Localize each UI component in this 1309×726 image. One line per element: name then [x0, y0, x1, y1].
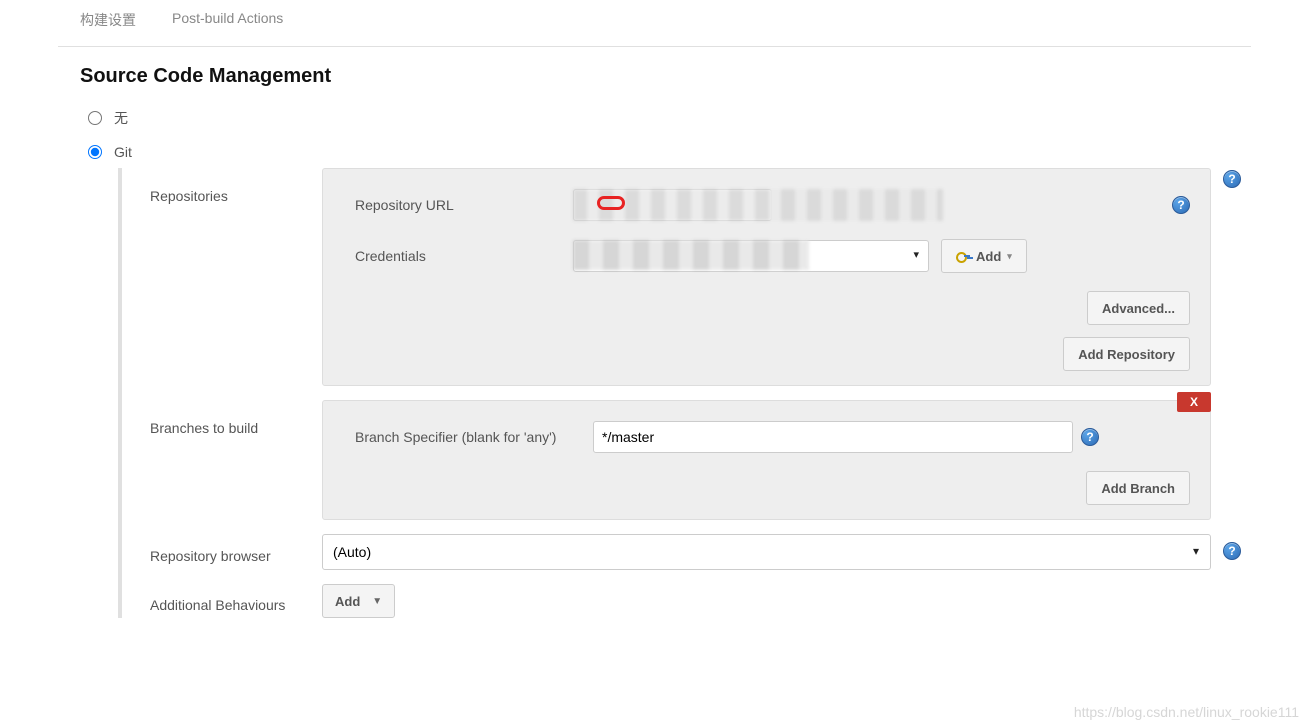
additional-behaviours-label: Additional Behaviours — [122, 589, 322, 613]
advanced-button[interactable]: Advanced... — [1087, 291, 1190, 325]
help-icon[interactable]: ? — [1081, 428, 1099, 446]
repo-browser-label: Repository browser — [122, 540, 322, 564]
branches-panel: X Branch Specifier (blank for 'any') ? A… — [322, 400, 1211, 520]
add-credentials-button[interactable]: Add ▾ — [941, 239, 1027, 273]
delete-branch-button[interactable]: X — [1177, 392, 1211, 412]
credentials-label: Credentials — [343, 248, 573, 264]
key-icon — [956, 251, 970, 261]
repository-url-label: Repository URL — [343, 197, 573, 213]
tab-post-build-actions[interactable]: Post-build Actions — [172, 10, 283, 30]
add-credentials-label: Add — [976, 249, 1001, 264]
scm-none-radio[interactable] — [88, 111, 102, 125]
help-icon[interactable]: ? — [1223, 170, 1241, 188]
watermark: https://blog.csdn.net/linux_rookie111 — [1074, 704, 1299, 720]
scm-none-label[interactable]: 无 — [114, 108, 128, 128]
section-title: Source Code Management — [80, 65, 1251, 88]
scm-git-label[interactable]: Git — [114, 144, 132, 160]
help-icon[interactable]: ? — [1223, 542, 1241, 560]
credentials-select[interactable] — [573, 240, 929, 272]
tab-build-settings[interactable]: 构建设置 — [80, 10, 136, 30]
chevron-down-icon: ▼ — [372, 596, 382, 607]
add-behaviour-button[interactable]: Add ▼ — [322, 584, 395, 618]
branch-specifier-label: Branch Specifier (blank for 'any') — [343, 429, 593, 445]
branches-label: Branches to build — [122, 400, 322, 436]
top-tabs: 构建设置 Post-build Actions — [58, 0, 1251, 47]
add-repository-button[interactable]: Add Repository — [1063, 337, 1190, 371]
repositories-label: Repositories — [122, 168, 322, 204]
repositories-panel: Repository URL ? Credentials — [322, 168, 1211, 386]
repo-browser-select[interactable]: (Auto) — [322, 534, 1211, 570]
branch-specifier-input[interactable] — [593, 421, 1073, 453]
help-icon[interactable]: ? — [1172, 196, 1190, 214]
repository-url-input[interactable] — [573, 189, 772, 221]
add-behaviour-label: Add — [335, 594, 360, 609]
scm-git-radio[interactable] — [88, 145, 102, 159]
add-branch-button[interactable]: Add Branch — [1086, 471, 1190, 505]
